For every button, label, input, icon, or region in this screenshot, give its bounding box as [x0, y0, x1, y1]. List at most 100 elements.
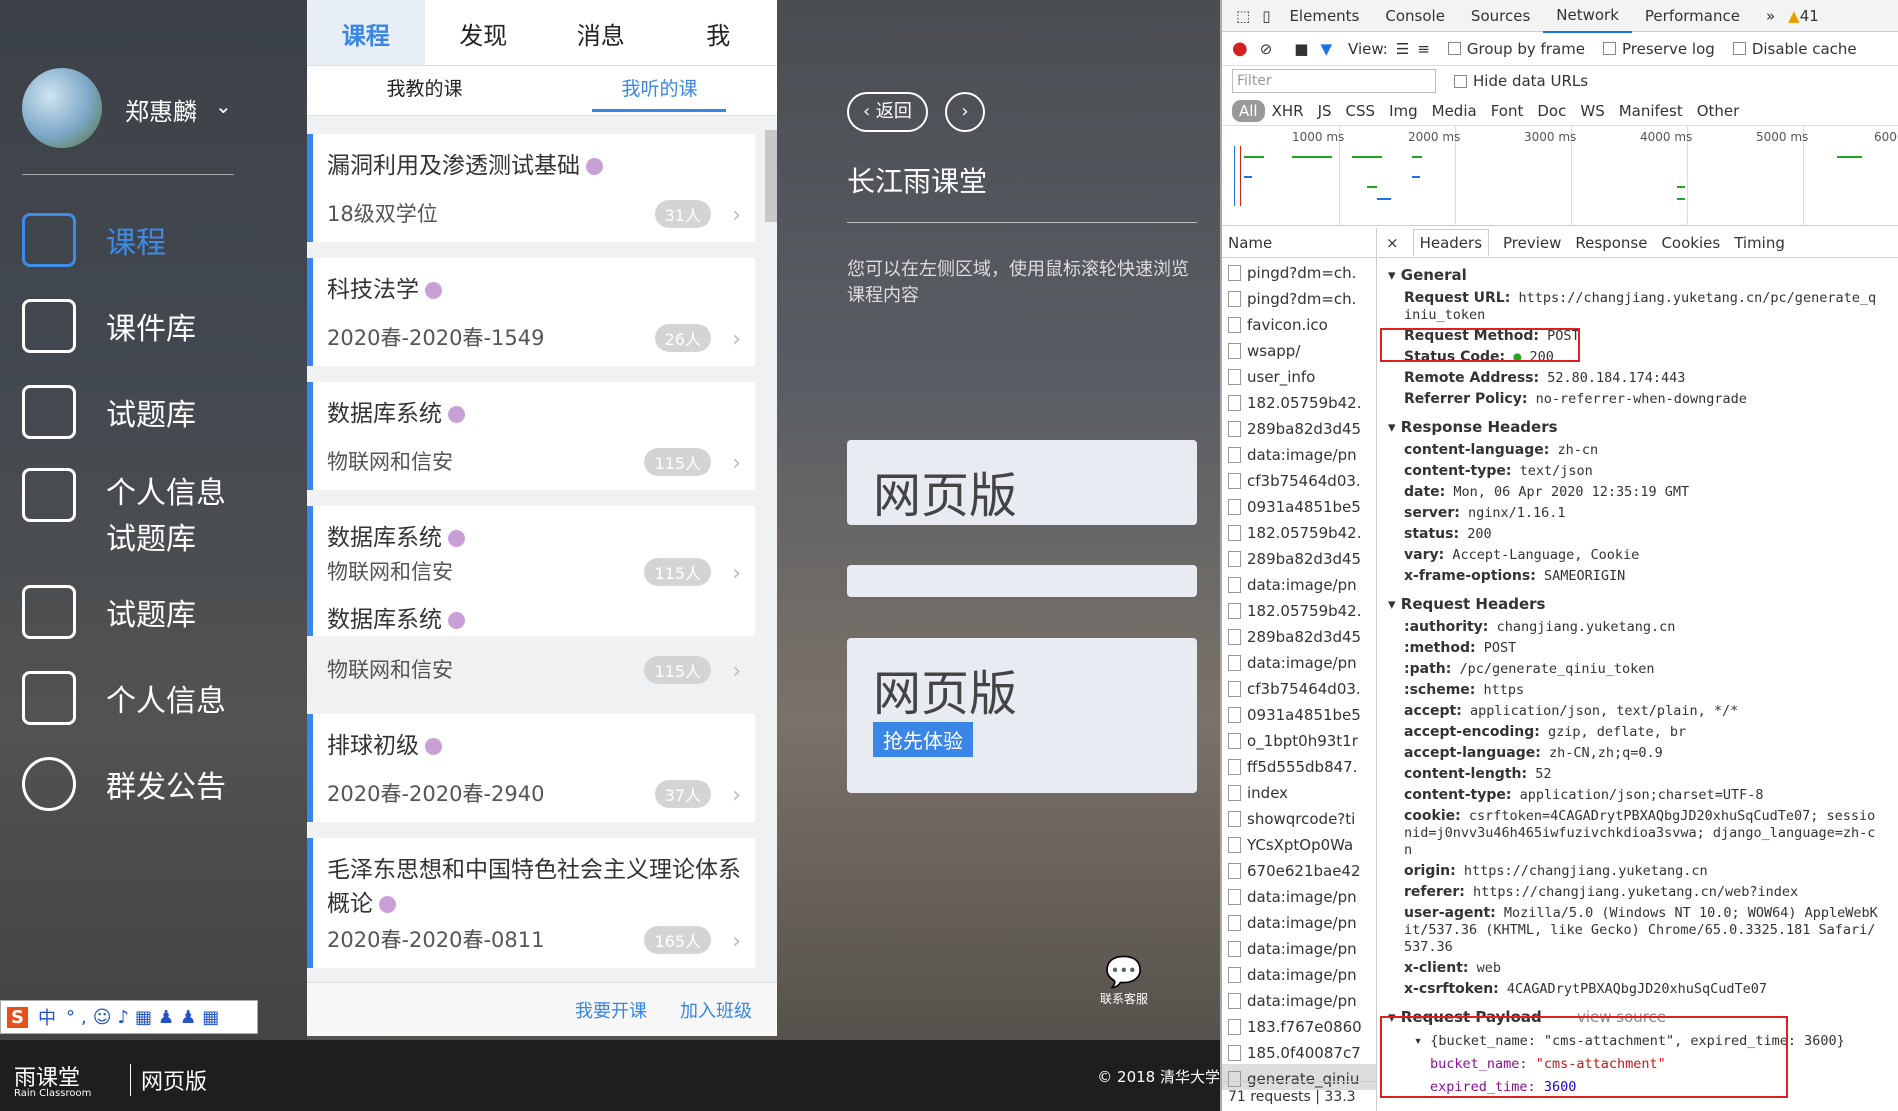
header-row[interactable]: vary: Accept-Language, Cookie — [1378, 545, 1898, 566]
request-row[interactable]: pingd?dm=ch. — [1222, 284, 1376, 310]
more-tabs-icon[interactable]: » — [1753, 0, 1788, 32]
course-card[interactable]: 数据库系统 物联网和信安 115人 › — [307, 382, 755, 490]
record-icon[interactable]: ● — [1232, 38, 1248, 59]
request-row[interactable]: pingd?dm=ch. — [1222, 258, 1376, 284]
sidebar-item-announcement[interactable]: 群发公告 — [22, 754, 226, 814]
inspect-icon[interactable]: ⬚ — [1230, 0, 1256, 32]
web-version-banner[interactable]: 网页版 抢先体验 — [847, 638, 1197, 793]
ime-toolbar[interactable]: S 中 °,☺♪▦♟♟▦ — [0, 1000, 258, 1034]
request-row[interactable]: 182.05759b42. — [1222, 596, 1376, 622]
tab-response[interactable]: Response — [1575, 234, 1647, 252]
sidebar-item-question-bank[interactable]: 试题库 — [22, 382, 196, 442]
tab-teaching[interactable]: 我教的课 — [307, 66, 542, 115]
camera-icon[interactable]: ■ — [1294, 40, 1308, 58]
tab-course[interactable]: 课程 — [307, 0, 425, 65]
hide-data-urls-checkbox[interactable] — [1454, 74, 1467, 88]
tab-headers[interactable]: Headers — [1412, 229, 1490, 256]
course-card[interactable]: 排球初级 2020春-2020春-2940 37人 › — [307, 714, 755, 822]
request-row[interactable]: index — [1222, 778, 1376, 804]
ime-tools-icon[interactable]: °,☺♪▦♟♟▦ — [66, 1007, 225, 1028]
header-row[interactable]: referer: https://changjiang.yuketang.cn/… — [1378, 882, 1898, 903]
sidebar-item-course[interactable]: 课程 — [22, 210, 166, 270]
warning-count[interactable]: 41 — [1800, 7, 1819, 25]
request-row[interactable]: cf3b75464d03. — [1222, 466, 1376, 492]
preserve-log-checkbox[interactable] — [1603, 42, 1616, 55]
request-row[interactable]: cf3b75464d03. — [1222, 674, 1376, 700]
header-row[interactable]: origin: https://changjiang.yuketang.cn — [1378, 861, 1898, 882]
filter-input[interactable]: Filter — [1232, 69, 1436, 93]
disable-cache-checkbox[interactable] — [1732, 42, 1746, 55]
request-row[interactable]: data:image/pn — [1222, 440, 1376, 466]
tab-console[interactable]: Console — [1372, 0, 1458, 32]
type-manifest[interactable]: Manifest — [1612, 100, 1690, 122]
header-row[interactable]: Referrer Policy: no-referrer-when-downgr… — [1378, 389, 1898, 410]
header-row[interactable]: :path: /pc/generate_qiniu_token — [1378, 659, 1898, 680]
name-header[interactable]: Name — [1222, 228, 1376, 258]
group-by-frame-checkbox[interactable] — [1447, 42, 1461, 55]
sidebar-item-courseware[interactable]: 课件库 — [22, 296, 196, 356]
header-row[interactable]: accept: application/json, text/plain, */… — [1378, 701, 1898, 722]
header-row[interactable]: :scheme: https — [1378, 680, 1898, 701]
header-row[interactable]: :authority: changjiang.yuketang.cn — [1378, 617, 1898, 638]
tab-network[interactable]: Network — [1543, 0, 1632, 33]
chevron-down-icon[interactable]: ⌄ — [215, 94, 232, 118]
request-row[interactable]: showqrcode?ti — [1222, 804, 1376, 830]
tab-sources[interactable]: Sources — [1458, 0, 1543, 32]
tab-discover[interactable]: 发现 — [425, 0, 543, 65]
general-section-header[interactable]: ▾ General — [1378, 262, 1898, 288]
header-row[interactable]: accept-language: zh-CN,zh;q=0.9 — [1378, 743, 1898, 764]
request-row[interactable]: o_1bpt0h93t1r — [1222, 726, 1376, 752]
header-row[interactable]: x-client: web — [1378, 958, 1898, 979]
request-row[interactable]: YCsXptOp0Wa — [1222, 830, 1376, 856]
request-row[interactable]: 185.0f40087c7 — [1222, 1038, 1376, 1064]
request-row[interactable]: data:image/pn — [1222, 908, 1376, 934]
header-row[interactable]: content-language: zh-cn — [1378, 440, 1898, 461]
header-row[interactable]: x-csrftoken: 4CAGADrytPBXAQbgJD20xhuSqCu… — [1378, 979, 1898, 1000]
course-card-overlap[interactable]: 数据库系统 物联网和信安 115人 › — [307, 590, 755, 698]
header-row[interactable]: content-length: 52 — [1378, 764, 1898, 785]
user-name[interactable]: 郑惠麟 — [125, 92, 197, 127]
type-font[interactable]: Font — [1484, 100, 1531, 122]
header-row[interactable]: content-type: text/json — [1378, 461, 1898, 482]
request-row[interactable]: 289ba82d3d45 — [1222, 544, 1376, 570]
ime-mode[interactable]: 中 — [38, 1004, 56, 1030]
header-row[interactable]: Remote Address: 52.80.184.174:443 — [1378, 368, 1898, 389]
course-card[interactable]: 漏洞利用及渗透测试基础 18级双学位 31人 › — [307, 134, 755, 242]
request-row[interactable]: data:image/pn — [1222, 934, 1376, 960]
network-timeline[interactable]: 1000 ms 2000 ms 3000 ms 4000 ms 5000 ms … — [1222, 126, 1898, 226]
sidebar-item-profile[interactable]: 个人信息 — [22, 668, 226, 728]
join-class-link[interactable]: 加入班级 — [680, 997, 752, 1023]
request-row[interactable]: data:image/pn — [1222, 648, 1376, 674]
request-row[interactable]: data:image/pn — [1222, 986, 1376, 1012]
customer-service[interactable]: 💬 联系客服 — [1100, 955, 1148, 1007]
close-icon[interactable]: × — [1386, 234, 1399, 252]
avatar[interactable] — [22, 68, 102, 148]
header-row[interactable]: date: Mon, 06 Apr 2020 12:35:19 GMT — [1378, 482, 1898, 503]
clear-icon[interactable]: ⊘ — [1260, 40, 1273, 58]
request-row[interactable]: data:image/pn — [1222, 882, 1376, 908]
sidebar-item-profile-overlap[interactable]: 个人信息 试题库 — [22, 468, 226, 558]
request-row[interactable]: 289ba82d3d45 — [1222, 622, 1376, 648]
web-version-banner-partial[interactable] — [847, 565, 1197, 597]
tab-preview[interactable]: Preview — [1503, 234, 1561, 252]
request-row[interactable]: 0931a4851be5 — [1222, 492, 1376, 518]
list-view-icon[interactable]: ☰ — [1396, 40, 1409, 58]
type-ws[interactable]: WS — [1573, 100, 1611, 122]
request-row[interactable]: 182.05759b42. — [1222, 518, 1376, 544]
tab-elements[interactable]: Elements — [1276, 0, 1372, 32]
tab-timing[interactable]: Timing — [1734, 234, 1785, 252]
type-doc[interactable]: Doc — [1530, 100, 1573, 122]
tab-messages[interactable]: 消息 — [542, 0, 660, 65]
tab-cookies[interactable]: Cookies — [1661, 234, 1720, 252]
try-now-button[interactable]: 抢先体验 — [873, 722, 973, 757]
request-headers-section-header[interactable]: ▾ Request Headers — [1378, 591, 1898, 617]
header-row[interactable]: :method: POST — [1378, 638, 1898, 659]
device-icon[interactable]: ▯ — [1256, 0, 1276, 32]
request-row[interactable]: data:image/pn — [1222, 570, 1376, 596]
type-css[interactable]: CSS — [1339, 100, 1383, 122]
waterfall-icon[interactable]: ≡ — [1417, 40, 1430, 58]
header-row[interactable]: user-agent: Mozilla/5.0 (Windows NT 10.0… — [1378, 903, 1878, 958]
type-media[interactable]: Media — [1425, 100, 1484, 122]
tab-performance[interactable]: Performance — [1632, 0, 1753, 32]
open-course-link[interactable]: 我要开课 — [575, 997, 647, 1023]
